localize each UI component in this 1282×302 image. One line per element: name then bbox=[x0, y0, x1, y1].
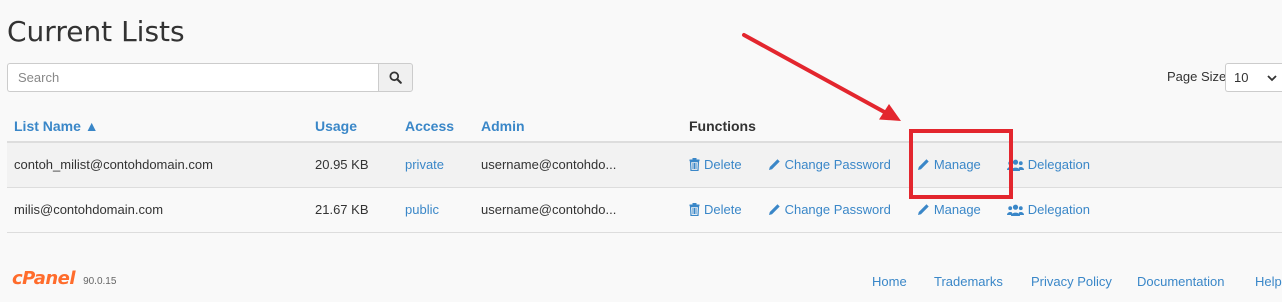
page-size-value: 10 bbox=[1234, 70, 1249, 85]
table-row: milis@contohdomain.com 21.67 KB public u… bbox=[7, 187, 1282, 233]
page-title: Current Lists bbox=[7, 15, 185, 48]
annotation-highlight-box bbox=[909, 129, 1013, 199]
column-header-list-name[interactable]: List Name ▲ bbox=[7, 110, 308, 143]
trash-icon bbox=[689, 203, 700, 216]
delete-link[interactable]: Delete bbox=[689, 157, 742, 172]
change-password-link[interactable]: Change Password bbox=[768, 202, 891, 217]
column-header-usage[interactable]: Usage bbox=[308, 110, 398, 143]
brand-logo-text: cPanel bbox=[12, 268, 76, 289]
chevron-down-icon bbox=[1267, 75, 1277, 82]
column-header-access[interactable]: Access bbox=[398, 110, 474, 143]
access-link[interactable]: private bbox=[405, 157, 444, 172]
row-functions: Delete Change Password Manage Delegation bbox=[689, 202, 1275, 217]
manage-link[interactable]: Manage bbox=[917, 202, 981, 217]
footer-link-help[interactable]: Help bbox=[1255, 274, 1282, 289]
usage-cell: 20.95 KB bbox=[308, 142, 398, 188]
footer-link-home[interactable]: Home bbox=[872, 274, 907, 289]
usage-cell: 21.67 KB bbox=[308, 187, 398, 233]
admin-cell: username@contohdo... bbox=[474, 187, 682, 233]
page-size-label: Page Size bbox=[1167, 69, 1227, 84]
change-password-label: Change Password bbox=[784, 157, 891, 173]
admin-cell: username@contohdo... bbox=[474, 142, 682, 188]
change-password-label: Change Password bbox=[784, 202, 891, 217]
delete-link[interactable]: Delete bbox=[689, 202, 742, 217]
pencil-icon bbox=[768, 204, 780, 215]
lists-table: List Name ▲ Usage Access Admin Functions… bbox=[7, 110, 1282, 233]
search-button[interactable] bbox=[378, 63, 413, 92]
search-icon bbox=[389, 71, 402, 84]
delegation-link[interactable]: Delegation bbox=[1006, 202, 1090, 217]
page-size-select[interactable]: 10 bbox=[1225, 63, 1282, 92]
delegation-link[interactable]: Delegation bbox=[1006, 157, 1090, 173]
footer-link-trademarks[interactable]: Trademarks bbox=[934, 274, 1003, 289]
column-header-admin[interactable]: Admin bbox=[474, 110, 682, 143]
footer-link-privacy-policy[interactable]: Privacy Policy bbox=[1031, 274, 1112, 289]
footer-link-documentation[interactable]: Documentation bbox=[1137, 274, 1224, 289]
trash-icon bbox=[689, 158, 700, 172]
delete-label: Delete bbox=[704, 202, 742, 217]
delegation-label: Delegation bbox=[1027, 202, 1090, 217]
list-name-cell: milis@contohdomain.com bbox=[7, 187, 308, 233]
manage-label: Manage bbox=[933, 202, 981, 217]
version-label: 90.0.15 bbox=[83, 276, 117, 287]
table-row: contoh_milist@contohdomain.com 20.95 KB … bbox=[7, 142, 1282, 188]
pencil-icon bbox=[917, 204, 929, 215]
list-name-cell: contoh_milist@contohdomain.com bbox=[7, 142, 308, 188]
users-icon bbox=[1006, 204, 1024, 216]
cpanel-logo: cPanel 90.0.15 bbox=[12, 268, 116, 289]
pencil-icon bbox=[768, 159, 780, 171]
delete-label: Delete bbox=[704, 157, 742, 173]
change-password-link[interactable]: Change Password bbox=[768, 157, 891, 172]
table-header-row: List Name ▲ Usage Access Admin Functions bbox=[7, 110, 1282, 143]
search-group bbox=[7, 63, 413, 92]
delegation-label: Delegation bbox=[1027, 157, 1090, 173]
search-input[interactable] bbox=[7, 63, 378, 92]
access-link[interactable]: public bbox=[405, 202, 439, 217]
